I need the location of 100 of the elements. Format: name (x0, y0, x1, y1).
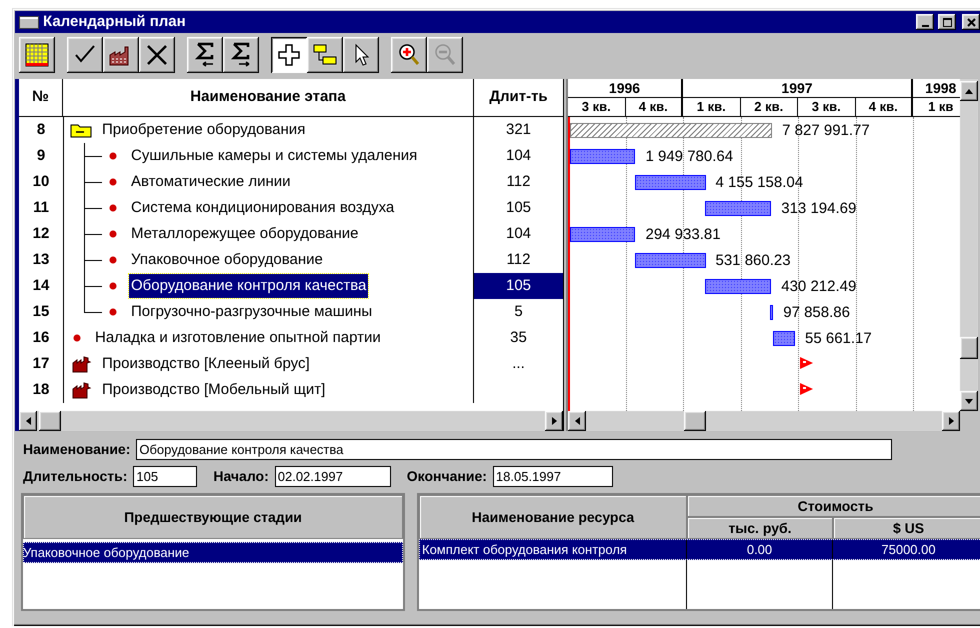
scroll-left-button[interactable] (19, 411, 37, 431)
scroll-thumb[interactable] (960, 337, 978, 359)
bullet-icon (73, 334, 81, 342)
stage-name[interactable]: Сушильные камеры и системы удаления (129, 144, 420, 168)
bullet-icon (109, 256, 117, 264)
stage-name[interactable]: Упаковочное оборудование (129, 248, 325, 272)
toolbar-button[interactable] (67, 37, 103, 73)
duration-value: 112 (506, 251, 530, 268)
row-number: 14 (32, 276, 50, 296)
stage-name[interactable]: Производство [Клееный брус] (100, 352, 312, 376)
stage-name[interactable]: Система кондиционирования воздуха (129, 196, 396, 220)
duration-value: 104 (506, 225, 532, 242)
maximize-icon (942, 16, 952, 28)
amount-label: 313 194.69 (781, 199, 856, 219)
amount-label: 430 212.49 (781, 277, 856, 297)
stage-name[interactable]: Погрузочно-разгрузочные машины (129, 300, 374, 324)
window-title: Календарный план (43, 12, 187, 32)
vertical-scrollbar[interactable] (960, 79, 978, 411)
left-arrow-icon (574, 416, 580, 426)
bullet-icon (109, 178, 117, 186)
quarter-header: 1 кв. (696, 99, 726, 114)
toolbar-button[interactable] (187, 37, 223, 73)
window-icon (19, 15, 39, 29)
right-arrow-icon (948, 416, 954, 426)
amount-label: 97 858.86 (783, 303, 850, 323)
duration-value: 105 (506, 277, 532, 294)
scroll-right-button[interactable] (545, 411, 563, 431)
duration-value: 321 (506, 121, 532, 138)
scroll-thumb[interactable] (39, 411, 61, 431)
bullet-icon (109, 152, 117, 160)
stage-name[interactable]: Наладка и изготовление опытной партии (93, 326, 383, 350)
row-number: 9 (36, 146, 46, 166)
column-header: Стоимость (798, 496, 874, 516)
text-field[interactable]: 02.02.1997 (274, 466, 391, 487)
factory-icon (70, 381, 92, 399)
year-header: 1997 (781, 80, 813, 96)
stage-name[interactable]: Производство [Мобельный щит] (100, 378, 328, 402)
minimize-button[interactable] (916, 14, 934, 30)
row-number: 11 (32, 198, 50, 218)
duration-value: ... (512, 355, 525, 372)
scroll-up-button[interactable] (960, 81, 978, 101)
duration-value: 105 (506, 199, 532, 216)
right-arrow-icon (550, 416, 558, 426)
scroll-left-button[interactable] (568, 411, 586, 431)
amount-label: 294 933.81 (645, 225, 721, 245)
toolbar-button[interactable] (103, 37, 139, 73)
stage-name[interactable]: Автоматические линии (129, 170, 293, 194)
column-header[interactable]: № (32, 86, 49, 109)
bullet-icon (109, 282, 117, 290)
stage-name[interactable]: Металлорежущее оборудование (129, 222, 361, 246)
toolbar-button[interactable] (271, 37, 307, 73)
stage-name[interactable]: Приобретение оборудования (100, 118, 308, 142)
bullet-icon (109, 230, 117, 238)
column-header[interactable]: Длит-ть (489, 86, 548, 109)
field-label: Наименование: (23, 440, 130, 459)
toolbar-button[interactable] (139, 37, 175, 73)
row-number: 16 (32, 328, 50, 348)
scroll-right-button[interactable] (942, 411, 960, 431)
duration-value: 5 (514, 303, 523, 320)
row-number: 10 (32, 172, 50, 192)
amount-label: 531 860.23 (716, 251, 791, 271)
stage-name[interactable]: Оборудование контроля качества (129, 274, 368, 298)
bullet-icon (109, 308, 117, 316)
duration-value: 112 (506, 173, 530, 190)
toolbar-button[interactable] (223, 37, 259, 73)
close-button[interactable] (962, 14, 980, 30)
toolbar-button[interactable] (343, 37, 379, 73)
toolbar-button[interactable] (391, 37, 427, 73)
field-label: Начало: (213, 467, 269, 486)
folder-icon[interactable] (70, 122, 92, 138)
minimize-icon (922, 24, 928, 26)
row-number: 15 (32, 302, 50, 322)
year-header: 1998 (925, 80, 956, 96)
table-row[interactable]: Упаковочное оборудование (23, 542, 403, 563)
table-row[interactable]: Комплект оборудования контроля 0.00 75000.00 (419, 539, 980, 560)
scroll-down-button[interactable] (960, 391, 978, 411)
text-field[interactable]: Оборудование контроля качества (136, 439, 892, 460)
row-number: 18 (32, 380, 50, 400)
amount-label: 55 661.17 (805, 329, 872, 349)
scroll-thumb[interactable] (684, 411, 706, 431)
toolbar-button[interactable] (307, 37, 343, 73)
amount-label: 7 827 991.77 (782, 121, 870, 141)
toolbar-button[interactable] (19, 37, 55, 73)
factory-icon (70, 355, 92, 373)
horizontal-scrollbar[interactable] (568, 411, 960, 431)
quarter-header: 3 кв. (582, 99, 611, 114)
duration-value: 35 (510, 329, 527, 346)
column-header[interactable]: Наименование этапа (190, 86, 346, 109)
field-label: Окончание: (406, 467, 487, 486)
horizontal-scrollbar[interactable] (19, 411, 563, 431)
row-number: 12 (32, 224, 50, 244)
maximize-button[interactable] (938, 14, 956, 30)
text-field[interactable]: 18.05.1997 (492, 466, 613, 487)
left-arrow-icon (24, 416, 32, 426)
row-number: 17 (32, 354, 50, 374)
quarter-header: 4 кв. (868, 99, 898, 114)
quarter-header: 2 кв. (754, 99, 784, 114)
duration-value: 104 (506, 147, 532, 164)
text-field[interactable]: 105 (133, 466, 198, 487)
field-label: Длительность: (23, 467, 128, 486)
